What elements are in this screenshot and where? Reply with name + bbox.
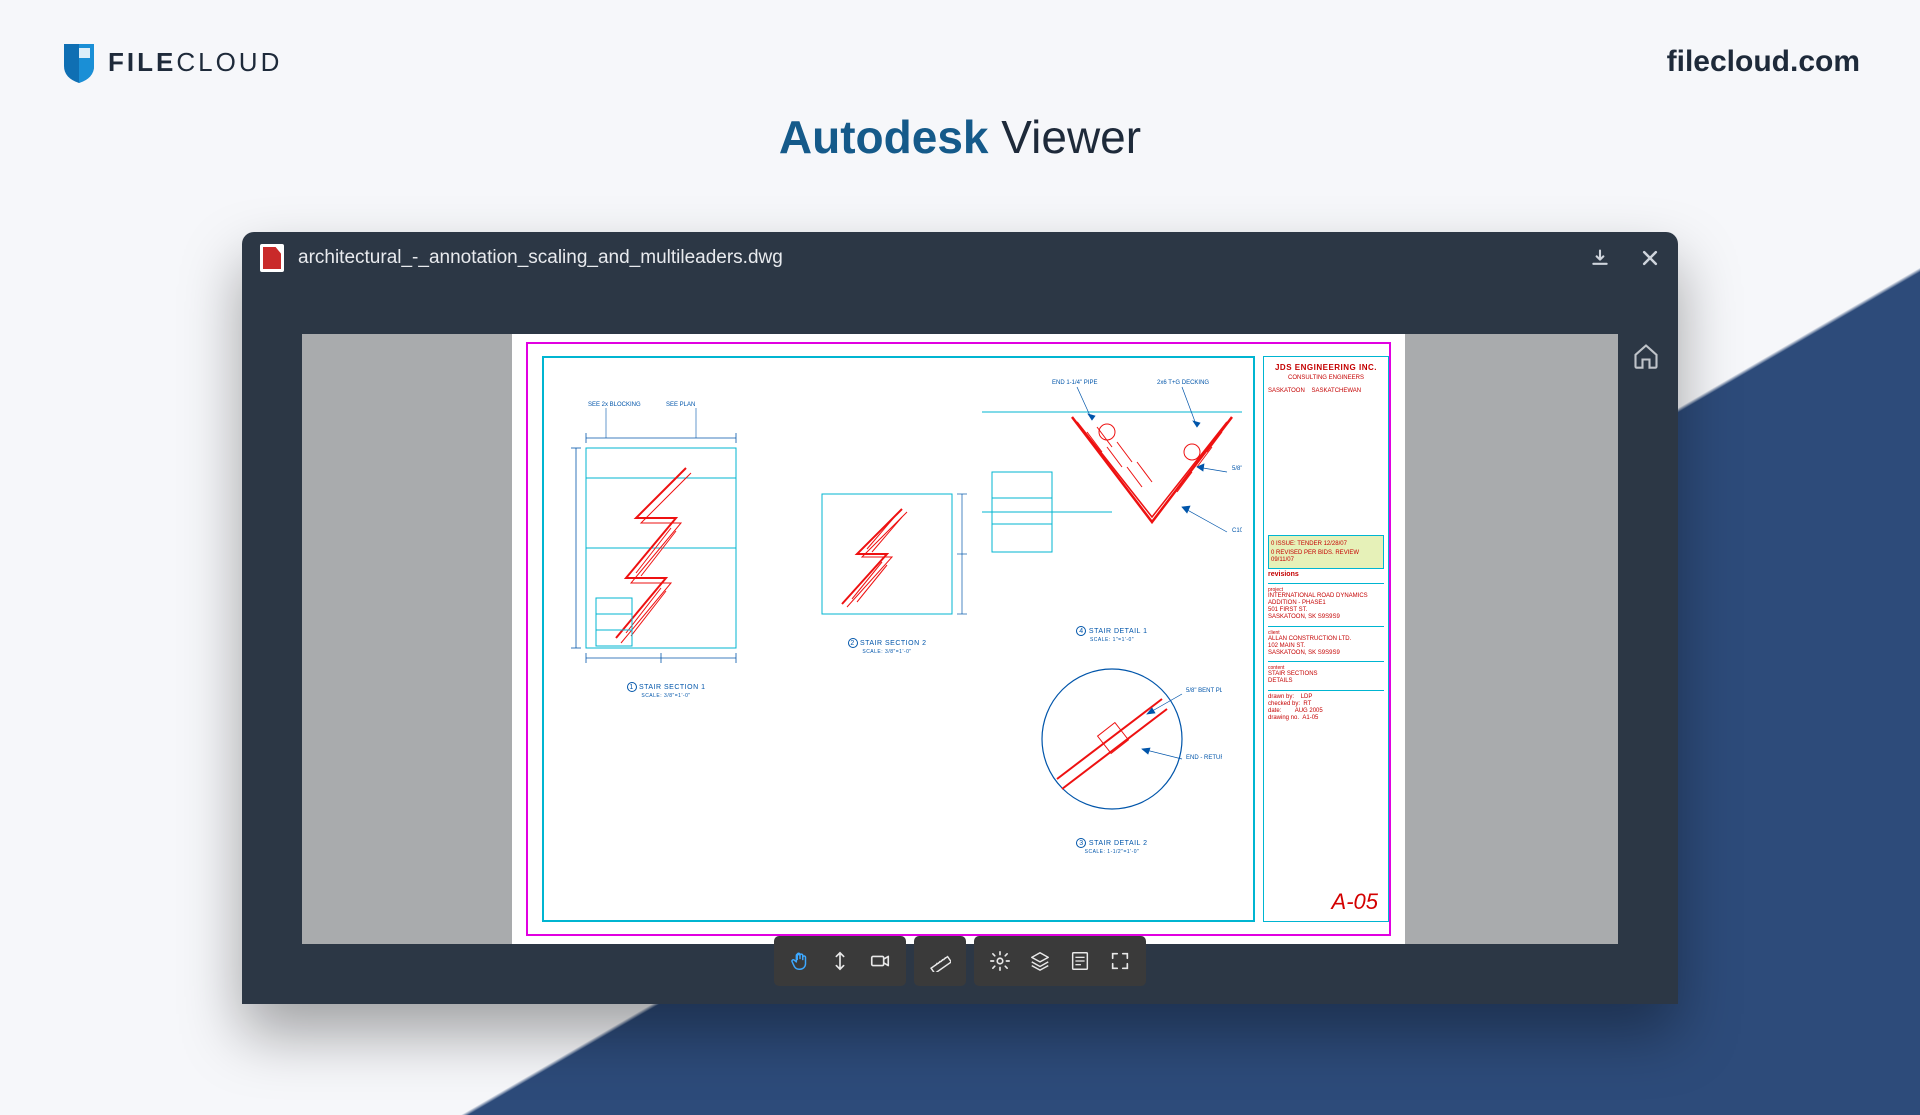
orbit-tool[interactable] (820, 944, 860, 978)
svg-text:C10x15.3 STRINGER: C10x15.3 STRINGER (1232, 528, 1242, 534)
filecloud-shield-icon (60, 40, 98, 84)
stair-section-1: SEE 2x BLOCKING SEE PLAN 1 STAIR SECTION… (566, 398, 766, 699)
sheet-number: A-05 (1268, 885, 1384, 915)
svg-text:END 1-1/4" PIPE: END 1-1/4" PIPE (1052, 380, 1097, 386)
tb-client: client ALLAN CONSTRUCTION LTD. 102 MAIN … (1268, 626, 1384, 658)
close-icon[interactable] (1640, 248, 1660, 268)
tool-group-measure (914, 936, 966, 986)
tb-project: project INTERNATIONAL ROAD DYNAMICS ADDI… (1268, 583, 1384, 622)
brand-name-light: CLOUD (176, 47, 282, 77)
viewer-toolbar (774, 936, 1146, 986)
camera-tool[interactable] (860, 944, 900, 978)
page-title: Autodesk Viewer (0, 110, 1920, 164)
properties-tool[interactable] (1060, 944, 1100, 978)
drawing-canvas[interactable]: SEE 2x BLOCKING SEE PLAN 1 STAIR SECTION… (302, 334, 1618, 944)
tb-meta: drawn by: LDP checked by: RT date: AUG 2… (1268, 690, 1384, 723)
page-header: FILECLOUD filecloud.com (0, 0, 1920, 94)
drawing-sheet: SEE 2x BLOCKING SEE PLAN 1 STAIR SECTION… (512, 334, 1408, 944)
tool-group-settings (974, 936, 1146, 986)
svg-text:5/8" BENT PLATE: 5/8" BENT PLATE (1186, 688, 1222, 694)
title-block: JDS ENGINEERING INC. CONSULTING ENGINEER… (1263, 356, 1389, 922)
brand-name: FILECLOUD (108, 47, 282, 78)
fullscreen-tool[interactable] (1100, 944, 1140, 978)
tool-group-nav (774, 936, 906, 986)
tb-content: content STAIR SECTIONS DETAILS (1268, 661, 1384, 685)
detail-1-label: 1 STAIR SECTION 1 SCALE: 3/8"=1'-0" (566, 682, 766, 699)
stair-detail-1: END 1-1/4" PIPE 2x6 T+G DECKING 5/8" BEN… (982, 372, 1242, 643)
download-icon[interactable] (1590, 248, 1610, 268)
detail-3-label: 4 STAIR DETAIL 1 SCALE: 1"=1'-0" (982, 626, 1242, 643)
settings-tool[interactable] (980, 944, 1020, 978)
svg-text:2x6 T+G DECKING: 2x6 T+G DECKING (1157, 380, 1209, 386)
home-icon[interactable] (1632, 342, 1660, 370)
svg-text:SEE 2x BLOCKING: SEE 2x BLOCKING (588, 402, 641, 408)
svg-text:SEE PLAN: SEE PLAN (666, 402, 695, 408)
viewer-titlebar: architectural_-_annotation_scaling_and_m… (242, 232, 1678, 284)
layers-tool[interactable] (1020, 944, 1060, 978)
stair-detail-2: 5/8" BENT PLATE END - RETURN 1-1/4" 3 ST… (1002, 664, 1222, 855)
canvas-gutter-right (1408, 334, 1618, 944)
detail-4-label: 3 STAIR DETAIL 2 SCALE: 1-1/2"=1'-0" (1002, 838, 1222, 855)
tb-company-sub: CONSULTING ENGINEERS (1268, 375, 1384, 382)
viewer-body: SEE 2x BLOCKING SEE PLAN 1 STAIR SECTION… (242, 284, 1678, 1004)
page-title-rest: Viewer (989, 111, 1142, 163)
viewer-window: architectural_-_annotation_scaling_and_m… (242, 232, 1678, 1004)
stair-section-2: 2 STAIR SECTION 2 SCALE: 3/8"=1'-0" (802, 484, 972, 655)
measure-tool[interactable] (920, 944, 960, 978)
canvas-gutter-left (302, 334, 512, 944)
page-title-strong: Autodesk (779, 111, 989, 163)
tb-revisions-label: revisions (1268, 571, 1384, 579)
tb-rev-2: 0 REVISED PER BIDS. REVIEW 09/11/07 (1271, 550, 1381, 564)
detail-2-label: 2 STAIR SECTION 2 SCALE: 3/8"=1'-0" (802, 638, 972, 655)
brand-logo: FILECLOUD (60, 40, 282, 84)
tb-revisions-block: 0 ISSUE: TENDER 12/28/07 0 REVISED PER B… (1268, 535, 1384, 569)
dwg-file-icon (260, 244, 284, 272)
svg-text:5/8" BENT PL.: 5/8" BENT PL. (1232, 466, 1242, 472)
pan-tool[interactable] (780, 944, 820, 978)
viewer-filename: architectural_-_annotation_scaling_and_m… (298, 247, 783, 269)
tb-rev-1: 0 ISSUE: TENDER 12/28/07 (1271, 541, 1381, 548)
brand-name-bold: FILE (108, 47, 176, 77)
site-url: filecloud.com (1667, 45, 1860, 79)
svg-text:END - RETURN 1-1/4": END - RETURN 1-1/4" (1186, 755, 1222, 761)
tb-company: JDS ENGINEERING INC. (1268, 363, 1384, 373)
tb-cities: SASKATOON SASKATCHEWAN (1268, 388, 1384, 395)
